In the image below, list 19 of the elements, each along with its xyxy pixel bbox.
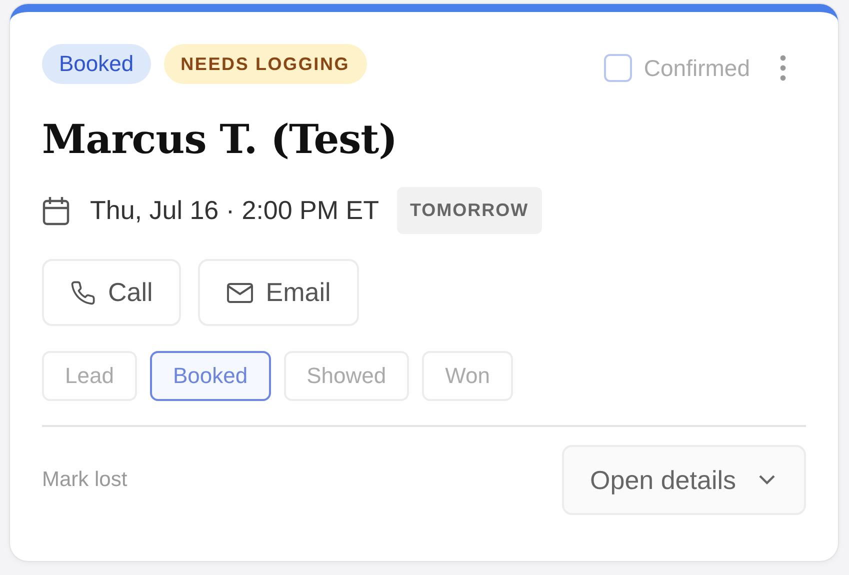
status-badge: Booked [42,44,151,84]
stage-button[interactable]: Lead [42,351,137,401]
warning-badge: NEEDS LOGGING [164,44,367,84]
mark-lost-link[interactable]: Mark lost [42,468,128,492]
open-details-button[interactable]: Open details [562,445,806,515]
email-button[interactable]: Email [198,259,359,326]
call-button[interactable]: Call [42,259,181,326]
stage-button[interactable]: Showed [284,351,410,401]
stage-button[interactable]: Booked [150,351,271,401]
appointment-time: Thu, Jul 16 · 2:00 PM ET [90,195,380,226]
day-tag: TOMORROW [397,187,542,234]
chevron-down-icon [758,474,776,486]
calendar-icon [42,196,70,226]
confirmed-checkbox[interactable]: Confirmed [604,54,750,82]
phone-icon [70,280,96,306]
more-icon[interactable] [780,55,786,81]
envelope-icon [226,282,254,304]
contact-name: Marcus T. (Test) [42,116,398,163]
stage-button[interactable]: Won [422,351,513,401]
